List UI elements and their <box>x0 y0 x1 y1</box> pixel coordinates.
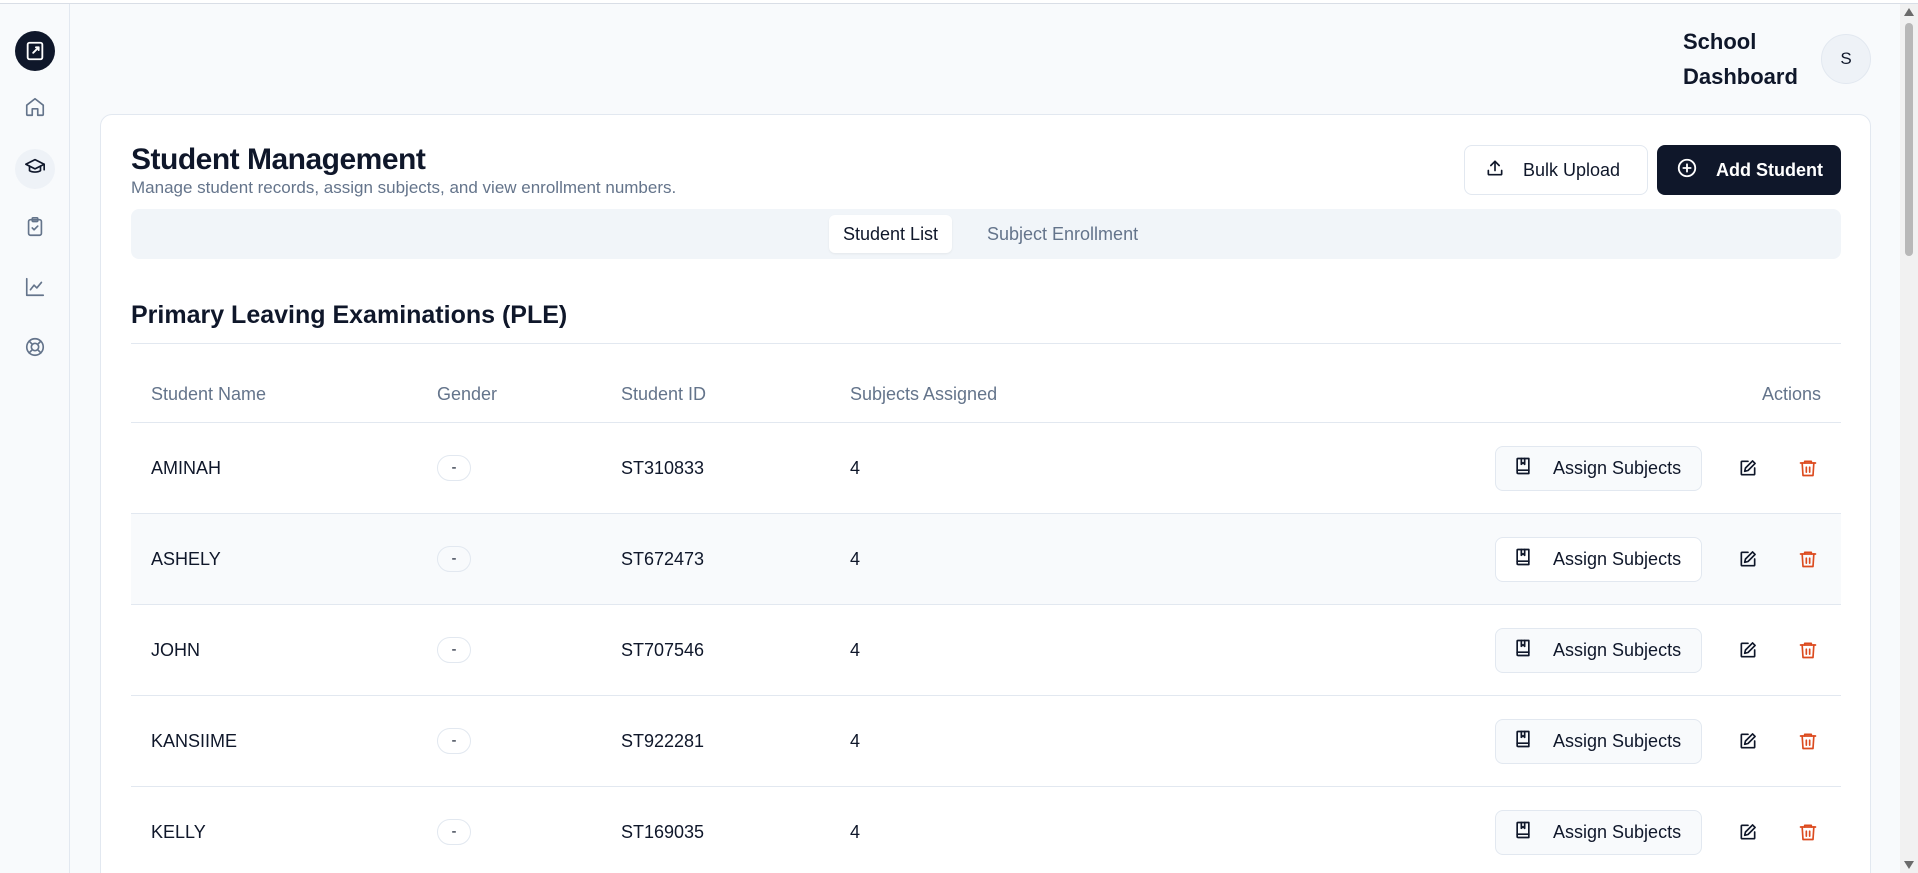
assign-subjects-button[interactable]: Assign Subjects <box>1495 719 1702 764</box>
page-subtitle: Manage student records, assign subjects,… <box>131 178 677 197</box>
section-title: Primary Leaving Examinations (PLE) <box>131 301 568 329</box>
edit-icon[interactable] <box>1736 820 1760 844</box>
student-name: KELLY <box>151 822 206 842</box>
student-name: AMINAH <box>151 458 222 478</box>
edit-icon[interactable] <box>1736 638 1760 662</box>
sidebar-item-students[interactable] <box>15 149 55 189</box>
student-id: ST922281 <box>621 731 705 751</box>
gender-badge: - <box>437 455 471 481</box>
sidebar-item-analytics[interactable] <box>15 269 55 309</box>
table-row: KANSIIME - ST922281 4 Assign Subjects <box>131 696 1841 787</box>
edit-icon[interactable] <box>1736 729 1760 753</box>
dashboard-title: School Dashboard <box>1683 29 1798 89</box>
assign-subjects-label: Assign Subjects <box>1553 731 1682 751</box>
book-icon <box>1513 729 1533 754</box>
edit-icon[interactable] <box>1736 456 1760 480</box>
add-student-label: Add Student <box>1716 159 1823 180</box>
assign-subjects-label: Assign Subjects <box>1553 458 1682 478</box>
subjects-count: 4 <box>850 458 861 478</box>
student-id: ST672473 <box>621 549 705 569</box>
graduation-cap-icon <box>24 156 46 183</box>
column-header-gender: Gender <box>437 384 498 404</box>
assign-subjects-label: Assign Subjects <box>1553 822 1682 842</box>
student-id: ST707546 <box>621 640 705 660</box>
gender-badge: - <box>437 819 471 845</box>
column-header-student-id: Student ID <box>621 384 707 404</box>
table-body: AMINAH - ST310833 4 Assign Subjects ASHE… <box>131 423 1841 873</box>
bulk-upload-button[interactable]: Bulk Upload <box>1464 145 1648 195</box>
student-id: ST169035 <box>621 822 705 842</box>
book-icon <box>1513 638 1533 663</box>
column-header-actions: Actions <box>1761 384 1821 404</box>
bulk-upload-label: Bulk Upload <box>1523 159 1621 180</box>
assign-subjects-button[interactable]: Assign Subjects <box>1495 628 1702 673</box>
trash-icon[interactable] <box>1796 638 1820 662</box>
sidebar-item-exams[interactable] <box>15 209 55 249</box>
gender-badge: - <box>437 546 471 572</box>
table-row: ASHELY - ST672473 4 Assign Subjects <box>131 514 1841 605</box>
book-logo-icon[interactable] <box>15 31 55 71</box>
add-student-button[interactable]: Add Student <box>1657 145 1841 195</box>
assign-subjects-button[interactable]: Assign Subjects <box>1495 537 1702 582</box>
subjects-count: 4 <box>850 731 861 751</box>
section-divider <box>131 343 1841 344</box>
gender-badge: - <box>437 637 471 663</box>
lifebuoy-icon <box>24 336 46 363</box>
sidebar-item-support[interactable] <box>15 329 55 369</box>
sidebar-item-home[interactable] <box>15 89 55 129</box>
assign-subjects-label: Assign Subjects <box>1553 549 1682 569</box>
tab-bar: Student List Subject Enrollment <box>131 209 1841 259</box>
book-icon <box>1513 820 1533 845</box>
assign-subjects-button[interactable]: Assign Subjects <box>1495 810 1702 855</box>
subjects-count: 4 <box>850 640 861 660</box>
table-row: JOHN - ST707546 4 Assign Subjects <box>131 605 1841 696</box>
gender-badge: - <box>437 728 471 754</box>
page-title: Student Management <box>131 143 426 176</box>
scroll-down-arrow-icon[interactable] <box>1904 861 1914 869</box>
scrollbar-thumb[interactable] <box>1905 23 1913 256</box>
trash-icon[interactable] <box>1796 547 1820 571</box>
column-header-subjects-assigned: Subjects Assigned <box>850 384 998 404</box>
page-scrollbar[interactable] <box>1900 4 1918 873</box>
tab-student-list[interactable]: Student List <box>829 215 953 253</box>
table-row: AMINAH - ST310833 4 Assign Subjects <box>131 423 1841 514</box>
upload-icon <box>1485 158 1505 183</box>
trash-icon[interactable] <box>1796 729 1820 753</box>
edit-icon[interactable] <box>1736 547 1760 571</box>
book-icon <box>1513 547 1533 572</box>
assign-subjects-label: Assign Subjects <box>1553 640 1682 660</box>
student-id: ST310833 <box>621 458 705 478</box>
clipboard-check-icon <box>24 216 46 243</box>
assign-subjects-button[interactable]: Assign Subjects <box>1495 446 1702 491</box>
avatar[interactable]: S <box>1821 34 1871 84</box>
browser-top-edge <box>0 0 1918 4</box>
sidebar <box>0 4 70 873</box>
home-icon <box>24 96 46 123</box>
plus-circle-icon <box>1676 157 1698 184</box>
line-chart-icon <box>24 276 46 303</box>
subjects-count: 4 <box>850 822 861 842</box>
tab-subject-enrollment[interactable]: Subject Enrollment <box>973 215 1152 253</box>
subjects-count: 4 <box>850 549 861 569</box>
trash-icon[interactable] <box>1796 820 1820 844</box>
table-header: Student Name Gender Student ID Subjects … <box>131 365 1841 423</box>
table-row: KELLY - ST169035 4 Assign Subjects <box>131 787 1841 873</box>
student-name: ASHELY <box>151 549 221 569</box>
student-name: JOHN <box>151 640 200 660</box>
scroll-up-arrow-icon[interactable] <box>1904 8 1914 16</box>
student-name: KANSIIME <box>151 731 238 751</box>
column-header-student-name: Student Name <box>151 384 267 404</box>
student-management-card: Student Management Manage student record… <box>100 114 1871 873</box>
book-icon <box>1513 456 1533 481</box>
trash-icon[interactable] <box>1796 456 1820 480</box>
